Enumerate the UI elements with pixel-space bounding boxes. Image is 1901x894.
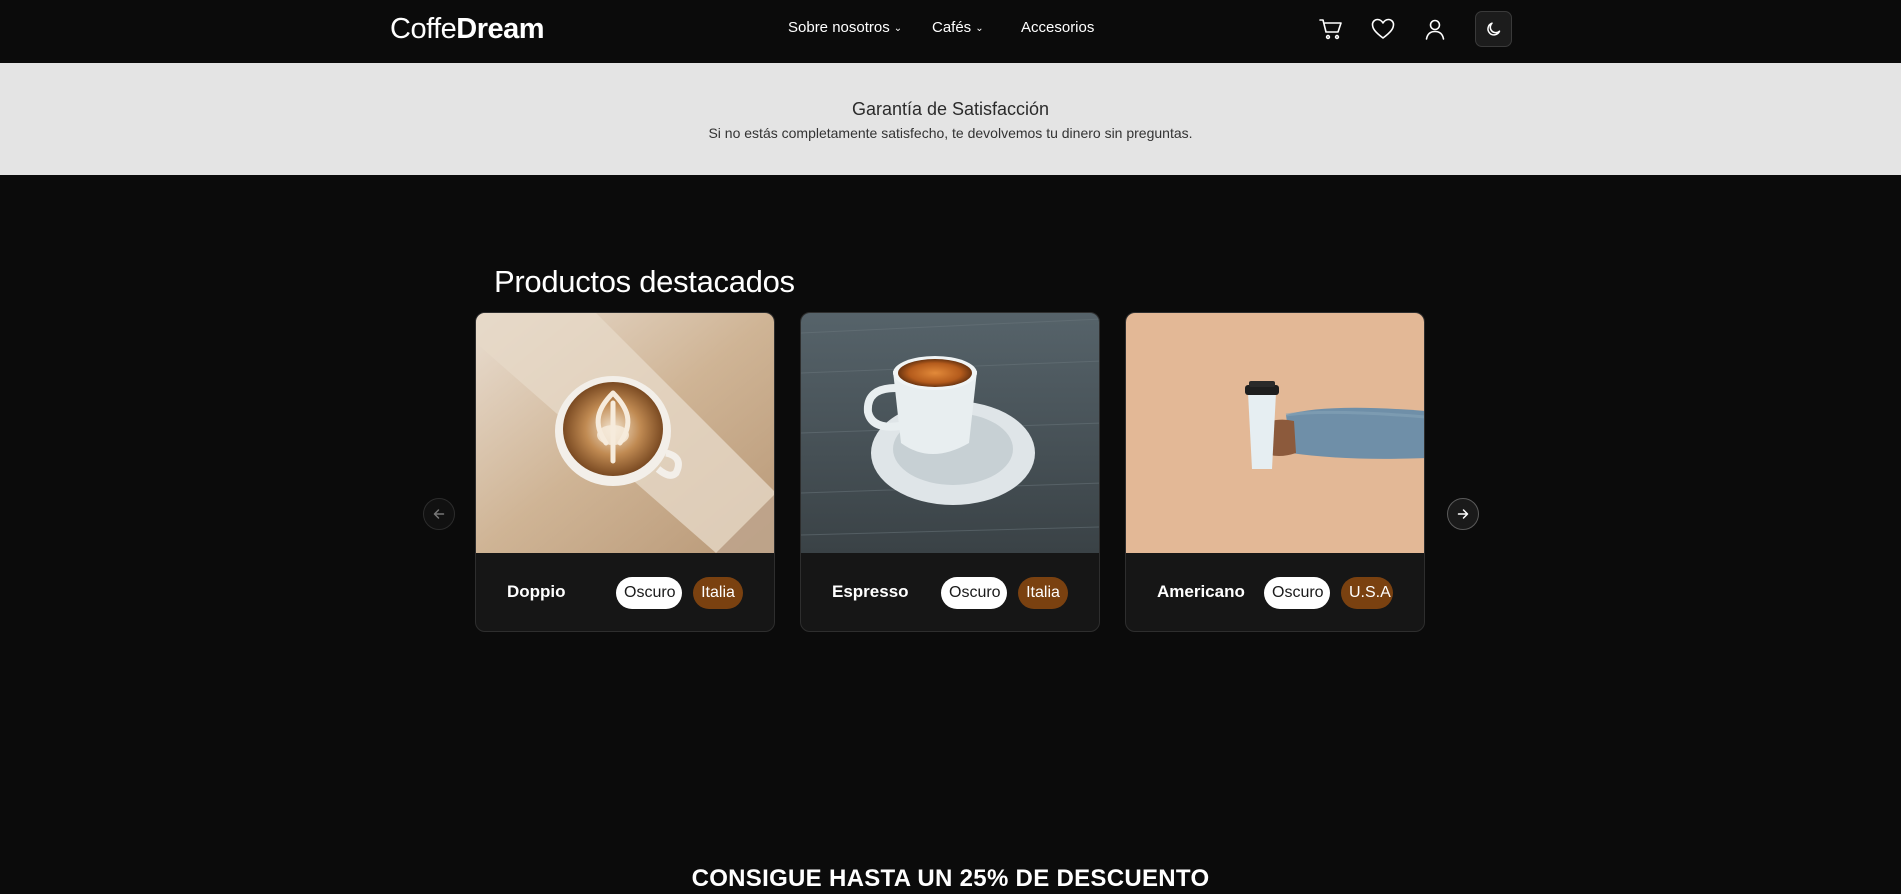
account-button[interactable] xyxy=(1422,16,1448,42)
banner-subtitle: Si no estás completamente satisfecho, te… xyxy=(708,125,1193,141)
product-name: Doppio xyxy=(507,582,566,601)
site-logo[interactable]: CoffeDream xyxy=(390,12,545,46)
product-image-latte-art[interactable] xyxy=(476,313,774,553)
discount-promo-heading: CONSIGUE HASTA UN 25% DE DESCUENTO xyxy=(691,865,1210,892)
arrow-right-icon xyxy=(1457,509,1469,519)
latte-art-cup-image xyxy=(476,313,774,553)
origin-tag: U.S.A xyxy=(1341,577,1393,609)
product-image-takeaway[interactable] xyxy=(1126,313,1424,553)
carousel-prev-button[interactable] xyxy=(423,498,455,530)
heart-icon xyxy=(1371,18,1395,39)
moon-icon xyxy=(1486,22,1500,36)
nav-link-cafes[interactable]: Cafés ⌄ xyxy=(932,19,984,38)
nav-link-label: Sobre nosotros xyxy=(788,19,890,36)
product-name: Espresso xyxy=(832,582,909,601)
takeaway-cup-image xyxy=(1126,313,1424,553)
wishlist-button[interactable] xyxy=(1370,16,1396,42)
nav-link-accesorios[interactable]: Accesorios xyxy=(1021,19,1094,37)
top-navbar: CoffeDream Sobre nosotros ⌄ Cafés ⌄ Acceso… xyxy=(0,0,1901,63)
roast-tag: Oscuro xyxy=(941,577,1007,609)
product-card[interactable]: Doppio Oscuro Italia xyxy=(475,312,775,632)
origin-tag: Italia xyxy=(1018,577,1068,609)
carousel-next-button[interactable] xyxy=(1447,498,1479,530)
product-card[interactable]: Americano Oscuro U.S.A xyxy=(1125,312,1425,632)
featured-title: Productos destacados xyxy=(494,263,795,299)
product-image-espresso[interactable] xyxy=(801,313,1099,553)
user-icon xyxy=(1425,19,1445,40)
nav-link-label: Accesorios xyxy=(1021,19,1095,36)
product-card[interactable]: Espresso Oscuro Italia xyxy=(800,312,1100,632)
nav-link-sobre-nosotros[interactable]: Sobre nosotros ⌄ xyxy=(788,19,902,38)
nav-link-label: Cafés xyxy=(932,19,972,36)
chevron-down-icon: ⌄ xyxy=(893,23,903,34)
espresso-cup-image xyxy=(801,313,1099,553)
theme-toggle-button[interactable] xyxy=(1475,11,1512,47)
arrow-left-icon xyxy=(433,509,445,519)
cart-icon xyxy=(1319,19,1342,40)
origin-tag: Italia xyxy=(693,577,743,609)
banner-title: Garantía de Satisfacción xyxy=(851,99,1050,119)
cart-button[interactable] xyxy=(1318,16,1344,42)
roast-tag: Oscuro xyxy=(1264,577,1330,609)
chevron-down-icon: ⌄ xyxy=(975,23,984,34)
logo-text-light: Coffe xyxy=(390,13,457,45)
product-name: Americano xyxy=(1157,582,1245,601)
roast-tag: Oscuro xyxy=(616,577,682,609)
logo-text-bold: Dream xyxy=(456,13,545,45)
guarantee-banner: Garantía de Satisfacción Si no estás com… xyxy=(0,63,1901,175)
